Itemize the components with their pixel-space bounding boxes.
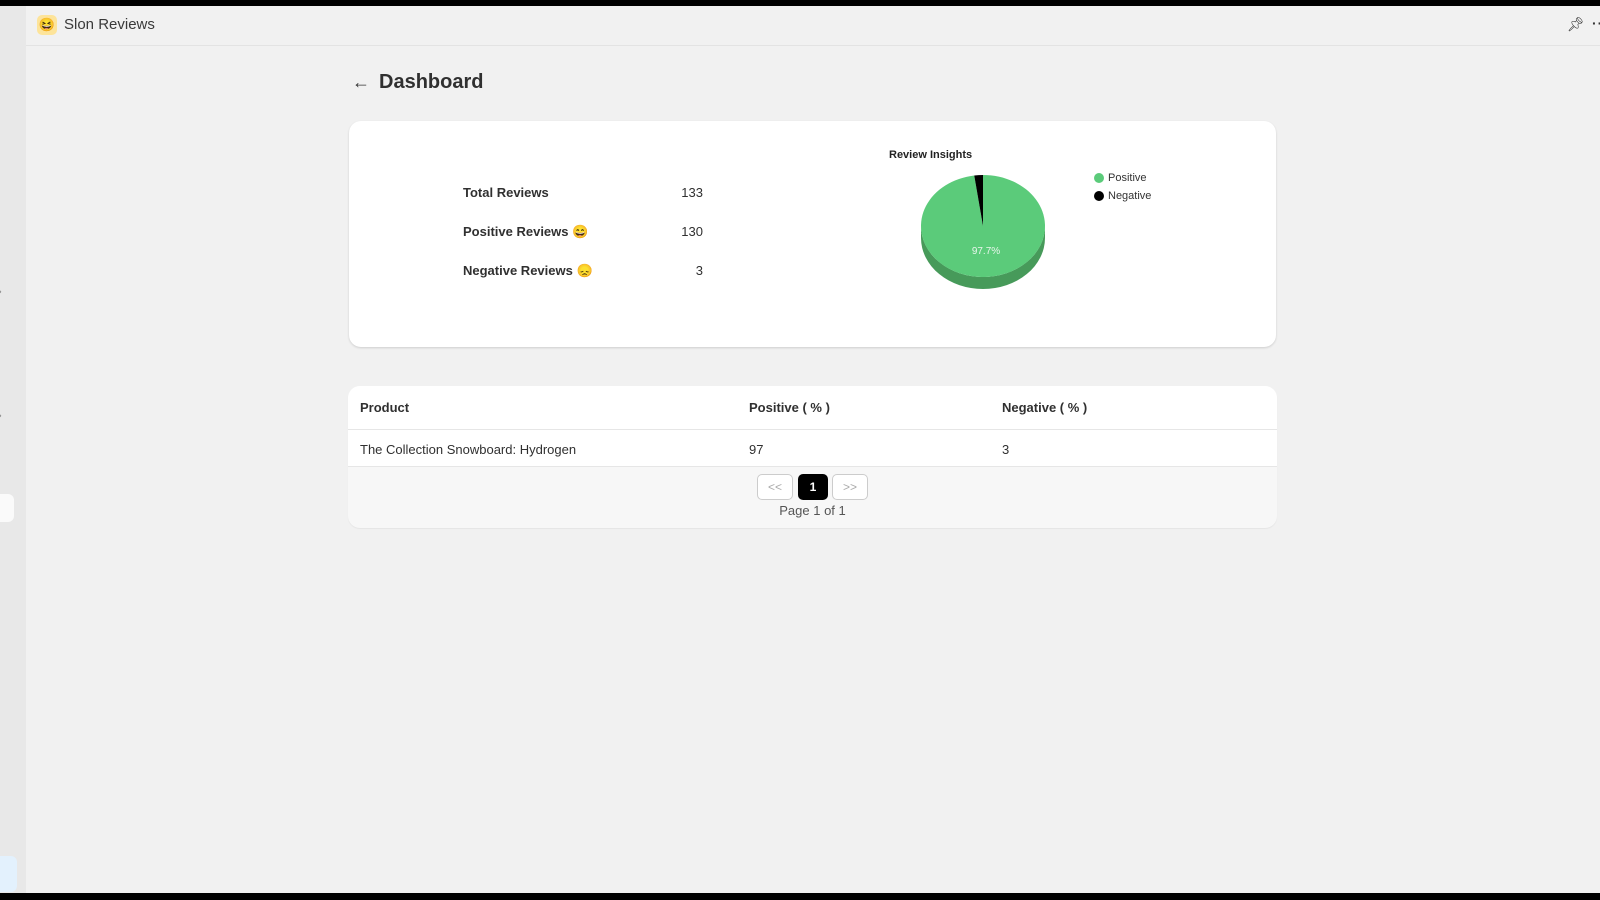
legend-item-positive[interactable]: Positive [1094, 172, 1147, 184]
pin-icon[interactable]: 📌︎ [1567, 16, 1585, 33]
summary-card: Total Reviews 133 Positive Reviews 😄 130… [349, 121, 1276, 347]
legend-item-negative[interactable]: Negative [1094, 190, 1151, 202]
pie-chart: 97.7% [921, 175, 1045, 289]
cell-negative: 3 [1002, 442, 1010, 457]
next-page-button[interactable]: >> [832, 474, 868, 500]
chart-title: Review Insights [889, 149, 973, 161]
table-row[interactable]: The Collection Snowboard: Hydrogen 97 3 [348, 430, 1277, 467]
legend-dot [1094, 191, 1104, 201]
page-info: Page 1 of 1 [779, 503, 846, 518]
smiling-face-icon: 😄 [572, 224, 589, 239]
stat-value-total: 133 [681, 185, 703, 200]
grinning-face-icon: 😆 [37, 15, 57, 35]
stat-value-negative: 3 [695, 263, 703, 278]
table-header: Product Positive ( % ) Negative ( % ) [348, 386, 1277, 430]
cell-positive: 97 [749, 442, 764, 457]
cell-product: The Collection Snowboard: Hydrogen [360, 442, 577, 457]
more-options-icon[interactable]: ··· [1592, 15, 1600, 31]
data-label: 97.7% [972, 246, 1000, 257]
app-header: 😆 Slon Reviews 📌︎ ··· [26, 6, 1600, 46]
stat-label-negative: Negative Reviews 😞 [463, 263, 593, 278]
bottom-frame-bar [0, 893, 1600, 900]
sidebar-item[interactable] [0, 856, 17, 892]
back-arrow-icon[interactable]: ← [352, 72, 370, 93]
page-title: Dashboard [379, 71, 484, 93]
app-title: Slon Reviews [64, 16, 155, 33]
column-header: Product [360, 400, 410, 415]
column-header: Negative ( % ) [1002, 400, 1088, 415]
sidebar-item[interactable] [0, 494, 14, 522]
legend-dot [1094, 173, 1104, 183]
sidebar: › › [0, 6, 26, 893]
product-table: Product Positive ( % ) Negative ( % ) Th… [348, 386, 1277, 528]
page-1-button[interactable]: 1 [798, 474, 828, 500]
prev-page-button[interactable]: << [757, 474, 793, 500]
stat-label-total: Total Reviews [463, 185, 549, 200]
chevron-right-icon[interactable]: › [0, 286, 2, 298]
column-header: Positive ( % ) [749, 400, 830, 415]
stat-value-positive: 130 [681, 224, 703, 239]
chevron-right-icon[interactable]: › [0, 410, 2, 422]
stat-label-positive: Positive Reviews 😄 [463, 224, 589, 239]
sad-face-icon: 😞 [576, 263, 593, 278]
